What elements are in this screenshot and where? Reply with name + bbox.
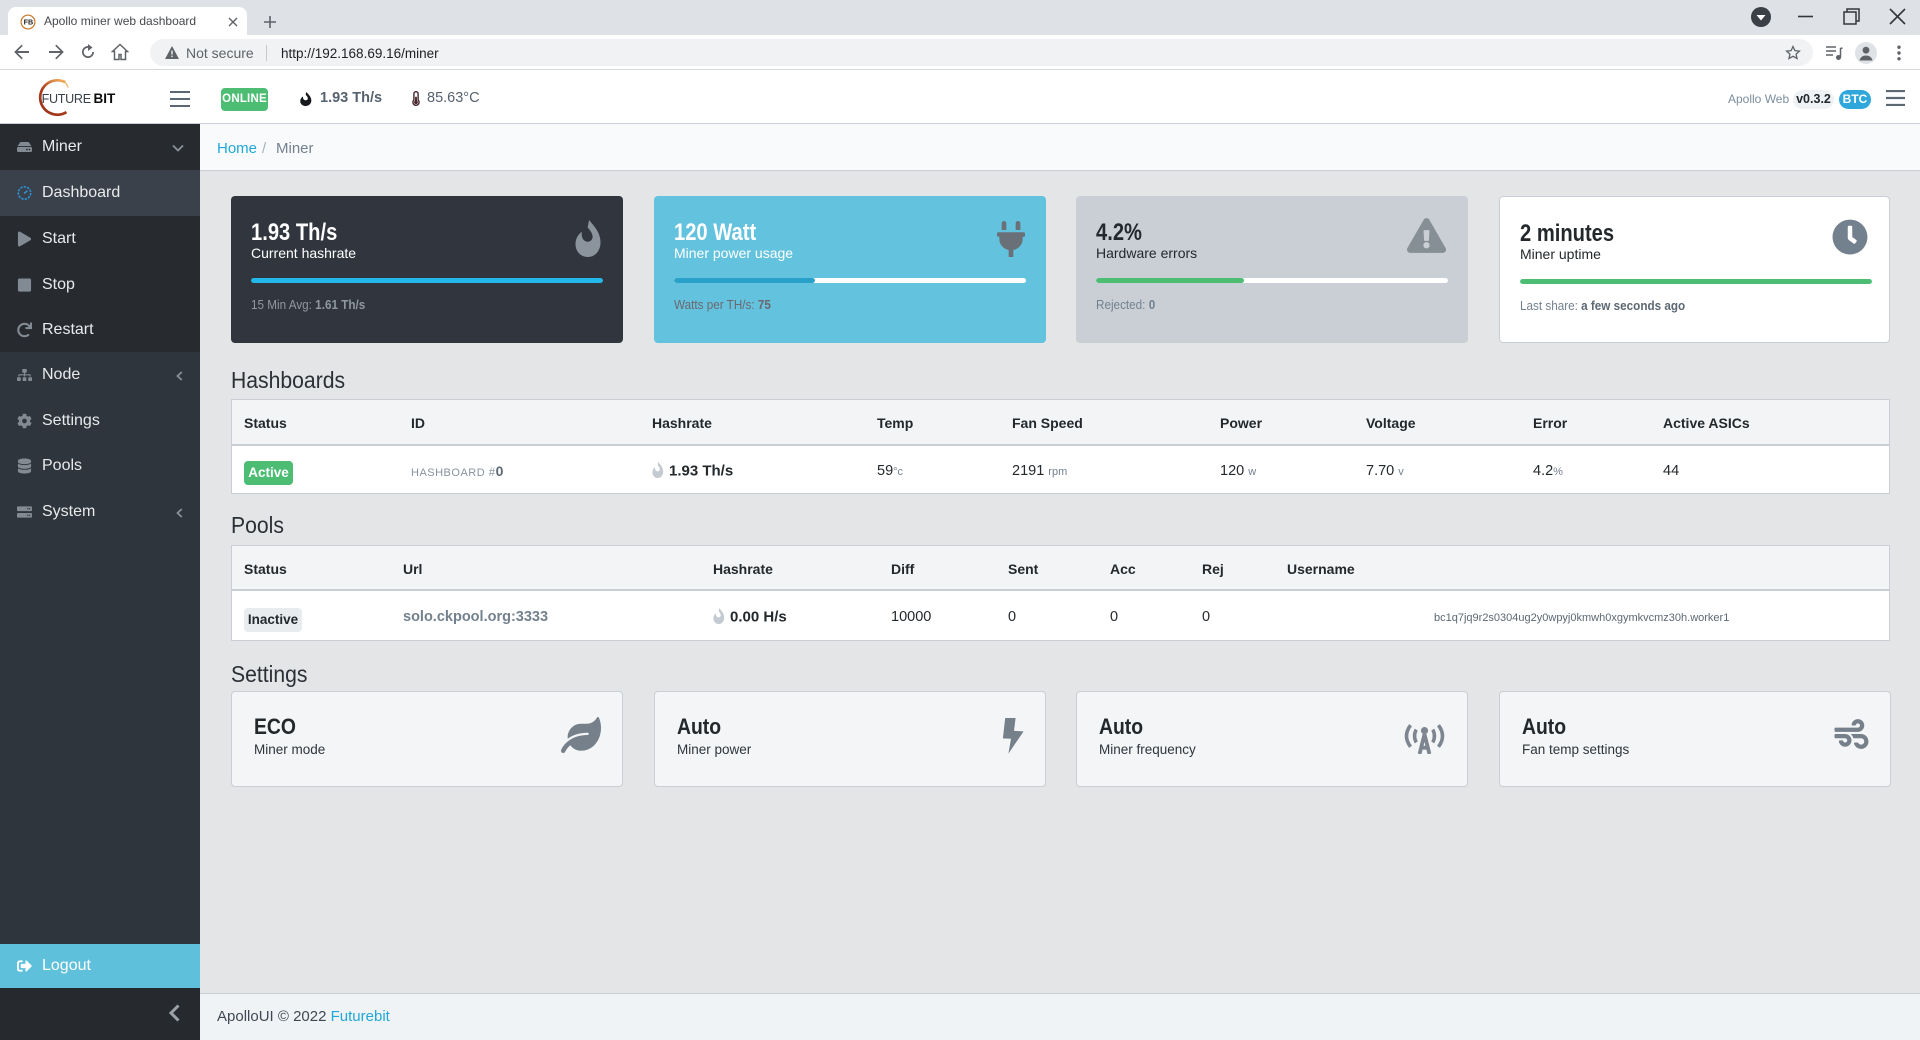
svg-text:FUTURE: FUTURE [42, 92, 92, 106]
svg-text:BIT: BIT [94, 91, 117, 106]
svg-text:FB: FB [24, 18, 34, 27]
